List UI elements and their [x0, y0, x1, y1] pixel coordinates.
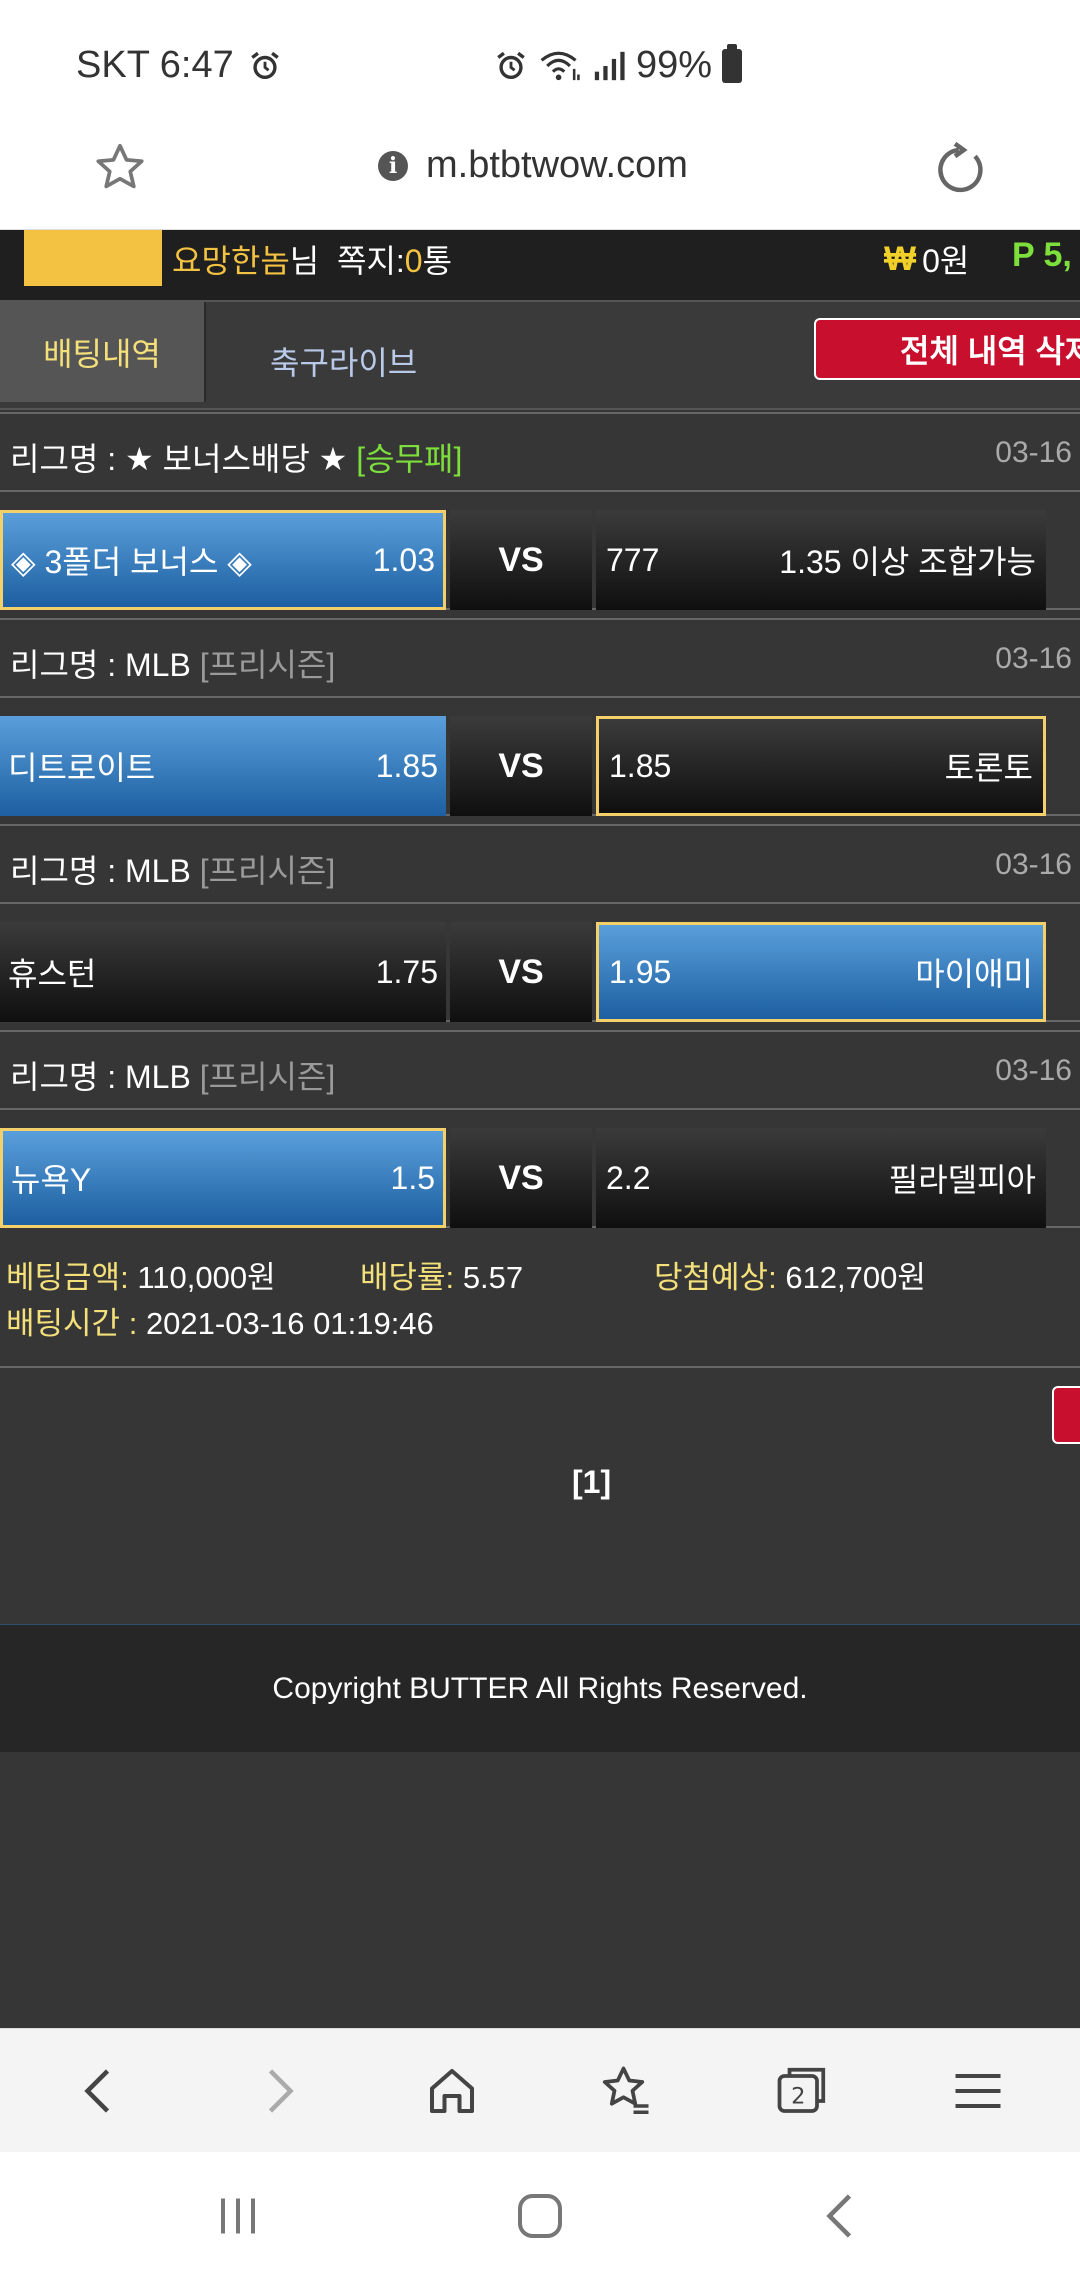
expected-win: 당첨예상: 612,700원 [654, 1260, 926, 1295]
battery-percent: 99% [636, 44, 713, 86]
back-nav-icon[interactable] [812, 2186, 872, 2246]
bet-time: 배팅시간 : 2021-03-16 01:19:46 [6, 1306, 434, 1341]
league-name: 리그명 : MLB [프리시즌] [10, 647, 336, 683]
browser-toolbar: 2 [0, 2028, 1080, 2152]
site-logo[interactable] [24, 230, 162, 286]
svg-text:2: 2 [791, 2084, 805, 2110]
forward-icon[interactable] [248, 2061, 308, 2121]
league-name: 리그명 : MLB [프리시즌] [10, 1059, 336, 1095]
away-pick: 1.85 토론토 [596, 716, 1046, 816]
delete-all-button[interactable]: 전체 내역 삭제 [814, 318, 1080, 380]
bookmarks-icon[interactable] [596, 2061, 656, 2121]
home-icon[interactable] [422, 2061, 482, 2121]
won-icon: ₩ [884, 239, 917, 278]
away-odds: 2.2 [606, 1159, 651, 1196]
tab-soccer-live[interactable]: 축구라이브 [270, 338, 417, 384]
home-odds: 1.85 [375, 747, 438, 784]
back-icon[interactable] [70, 2061, 130, 2121]
alarm-icon [497, 51, 525, 79]
league-tag: [프리시즌] [199, 647, 336, 683]
footer-copyright: Copyright BUTTER All Rights Reserved. [0, 1624, 1080, 1752]
wifi-icon [540, 51, 580, 80]
vs-label: VS [450, 716, 592, 816]
match-row: 디트로이트 1.85 VS 1.85 토론토 [0, 716, 1080, 816]
league-row: 리그명 : MLB [프리시즌] 03-16 [0, 618, 1080, 698]
match-date: 03-16 [995, 642, 1072, 675]
match-row: 뉴욕Y 1.5 VS 2.2 필라델피아 [0, 1128, 1080, 1228]
home-odds: 1.75 [375, 953, 438, 990]
home-nav-icon[interactable] [510, 2186, 570, 2246]
address-bar: i m.btbtwow.com [0, 120, 1080, 230]
home-pick: 뉴욕Y 1.5 [0, 1128, 446, 1228]
alarm-icon [250, 51, 279, 79]
league-row: 리그명 : MLB [프리시즌] 03-16 [0, 824, 1080, 904]
pagination-page[interactable]: [1] [572, 1464, 611, 1501]
match-row: ◈ 3폴더 보너스 ◈ 1.03 VS 777 1.35 이상 조합가능 [0, 510, 1080, 610]
away-pick: 1.95 마이애미 [596, 922, 1046, 1022]
bet-summary: 베팅금액: 110,000원 배당률: 5.57 당첨예상: 612,700원 … [0, 1232, 1080, 1368]
money-value: 0원 [922, 243, 970, 279]
system-nav-bar [0, 2152, 1080, 2280]
league-name: 리그명 : ★ 보너스배당 ★ [승무패] [10, 441, 463, 477]
tabs-icon[interactable]: 2 [772, 2061, 832, 2121]
league-tag: [프리시즌] [199, 853, 336, 889]
bookmark-star-icon[interactable] [92, 140, 148, 196]
battery-icon [722, 43, 743, 83]
vs-label: VS [450, 510, 592, 610]
home-team: 디트로이트 [8, 750, 156, 786]
points-display: P 5, [1012, 236, 1072, 274]
home-pick: 휴스턴 1.75 [0, 922, 446, 1022]
away-pick: 2.2 필라델피아 [596, 1128, 1046, 1228]
league-row: 리그명 : ★ 보너스배당 ★ [승무패] 03-16 [0, 412, 1080, 492]
info-icon[interactable]: i [378, 150, 408, 181]
away-odds: 1.95 [609, 953, 672, 990]
league-tag: [승무패] [356, 441, 463, 477]
home-team: 뉴욕Y [11, 1162, 92, 1198]
site-header: 요망한놈님 쪽지:0통 ₩ 0원 P 5, [0, 230, 1080, 302]
away-team: 1.35 이상 조합가능 [779, 544, 1036, 580]
home-odds: 1.5 [390, 1159, 435, 1196]
league-row: 리그명 : MLB [프리시즌] 03-16 [0, 1030, 1080, 1110]
away-pick: 777 1.35 이상 조합가능 [596, 510, 1046, 610]
league-tag: [프리시즌] [199, 1059, 336, 1095]
menu-icon[interactable] [948, 2061, 1008, 2121]
tab-betting-history[interactable]: 배팅내역 [0, 302, 206, 402]
home-odds: 1.03 [372, 541, 435, 578]
away-odds: 777 [606, 541, 660, 578]
reload-icon[interactable] [930, 140, 990, 200]
home-pick: 디트로이트 1.85 [0, 716, 446, 816]
match-row: 휴스턴 1.75 VS 1.95 마이애미 [0, 922, 1080, 1022]
vs-label: VS [450, 1128, 592, 1228]
url-field[interactable]: i m.btbtwow.com [378, 144, 688, 187]
league-name: 리그명 : MLB [프리시즌] [10, 853, 336, 889]
away-team: 필라델피아 [888, 1162, 1036, 1198]
home-pick: ◈ 3폴더 보너스 ◈ 1.03 [0, 510, 446, 610]
home-team: ◈ 3폴더 보너스 ◈ [11, 544, 252, 580]
match-date: 03-16 [995, 436, 1072, 469]
carrier-time: SKT 6:47 [76, 44, 234, 86]
honorific: 님 [289, 243, 320, 279]
away-team: 토론토 [944, 750, 1033, 786]
messages-link[interactable]: 쪽지:0통 [337, 243, 452, 279]
signal-icon [594, 51, 625, 80]
match-date: 03-16 [995, 1054, 1072, 1087]
nickname: 요망한놈 [172, 243, 290, 279]
bet-odds: 배당률: 5.57 [360, 1260, 524, 1295]
bet-amount: 베팅금액: 110,000원 [6, 1260, 276, 1295]
money-display: ₩ 0원 [884, 236, 969, 282]
status-bar: SKT 6:47 99% [0, 0, 1080, 120]
user-info: 요망한놈님 쪽지:0통 [172, 236, 452, 282]
delete-bet-button[interactable] [1052, 1386, 1080, 1444]
tab-bar: 배팅내역 축구라이브 전체 내역 삭제 [0, 302, 1080, 410]
recent-apps-icon[interactable] [208, 2186, 268, 2246]
home-team: 휴스턴 [8, 956, 97, 992]
away-team: 마이애미 [915, 956, 1033, 992]
match-date: 03-16 [995, 848, 1072, 881]
vs-label: VS [450, 922, 592, 1022]
away-odds: 1.85 [609, 747, 672, 784]
url-text: m.btbtwow.com [426, 144, 688, 186]
